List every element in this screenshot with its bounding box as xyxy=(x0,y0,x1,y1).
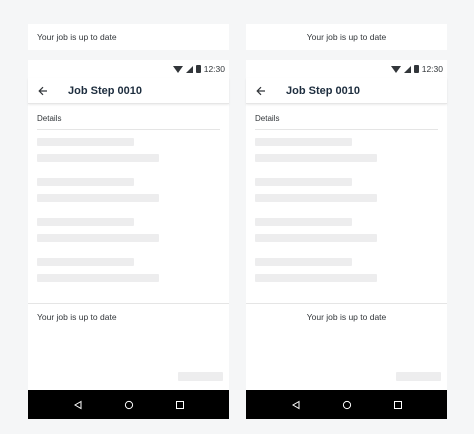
skeleton-value xyxy=(37,234,159,242)
skeleton-value xyxy=(255,234,377,242)
skeleton-action-button xyxy=(396,372,441,381)
details-section: Details xyxy=(28,104,229,282)
skeleton-value xyxy=(37,154,159,162)
phone-mockup-right: Your job is up to date 12:30 Job Step 00… xyxy=(246,24,447,419)
skeleton-action-button xyxy=(178,372,223,381)
skeleton-label xyxy=(37,218,134,226)
footer-message: Your job is up to date xyxy=(306,312,387,322)
skeleton-label xyxy=(255,258,352,266)
divider xyxy=(37,129,220,130)
home-circle-icon[interactable] xyxy=(123,399,135,411)
skeleton-field xyxy=(37,258,220,282)
details-section: Details xyxy=(246,104,447,282)
skeleton-field xyxy=(255,178,438,202)
skeleton-field xyxy=(255,258,438,282)
recents-square-icon[interactable] xyxy=(392,399,404,411)
status-bar: 12:30 xyxy=(28,60,229,78)
signal-icon xyxy=(403,65,411,73)
android-nav-bar xyxy=(246,390,447,419)
section-label-details: Details xyxy=(37,114,62,123)
back-triangle-icon[interactable] xyxy=(72,399,84,411)
page-title: Job Step 0010 xyxy=(68,84,142,97)
wifi-icon xyxy=(172,65,183,73)
toast-message: Your job is up to date xyxy=(28,24,229,50)
page-title: Job Step 0010 xyxy=(286,84,360,97)
battery-icon xyxy=(195,65,201,73)
footer-area: Your job is up to date xyxy=(28,303,229,330)
section-label-details: Details xyxy=(255,114,280,123)
footer-message: Your job is up to date xyxy=(37,312,117,322)
footer-area: Your job is up to date xyxy=(246,303,447,330)
skeleton-field xyxy=(37,218,220,242)
divider xyxy=(255,129,438,130)
skeleton-label xyxy=(255,218,352,226)
skeleton-label xyxy=(255,178,352,186)
arrow-left-icon[interactable] xyxy=(256,86,266,96)
phone-screen: 12:30 Job Step 0010 Details Your job is … xyxy=(246,60,447,419)
toast-message: Your job is up to date xyxy=(246,24,447,50)
recents-square-icon[interactable] xyxy=(174,399,186,411)
skeleton-value xyxy=(37,194,159,202)
skeleton-label xyxy=(255,138,352,146)
skeleton-value xyxy=(255,194,377,202)
skeleton-value xyxy=(255,274,377,282)
arrow-left-icon[interactable] xyxy=(38,86,48,96)
phone-mockup-left: Your job is up to date 12:30 Job Step 00… xyxy=(28,24,229,419)
skeleton-field xyxy=(255,218,438,242)
skeleton-label xyxy=(37,178,134,186)
status-time: 12:30 xyxy=(421,64,443,74)
status-time: 12:30 xyxy=(203,64,225,74)
home-circle-icon[interactable] xyxy=(341,399,353,411)
status-bar: 12:30 xyxy=(246,60,447,78)
phone-screen: 12:30 Job Step 0010 Details Your job is … xyxy=(28,60,229,419)
app-bar: Job Step 0010 xyxy=(246,78,447,104)
skeleton-field xyxy=(37,178,220,202)
wifi-icon xyxy=(390,65,401,73)
skeleton-field xyxy=(255,138,438,162)
signal-icon xyxy=(185,65,193,73)
skeleton-field xyxy=(37,138,220,162)
skeleton-label xyxy=(37,258,134,266)
skeleton-value xyxy=(37,274,159,282)
battery-icon xyxy=(413,65,419,73)
skeleton-label xyxy=(37,138,134,146)
back-triangle-icon[interactable] xyxy=(290,399,302,411)
app-bar: Job Step 0010 xyxy=(28,78,229,104)
android-nav-bar xyxy=(28,390,229,419)
skeleton-value xyxy=(255,154,377,162)
